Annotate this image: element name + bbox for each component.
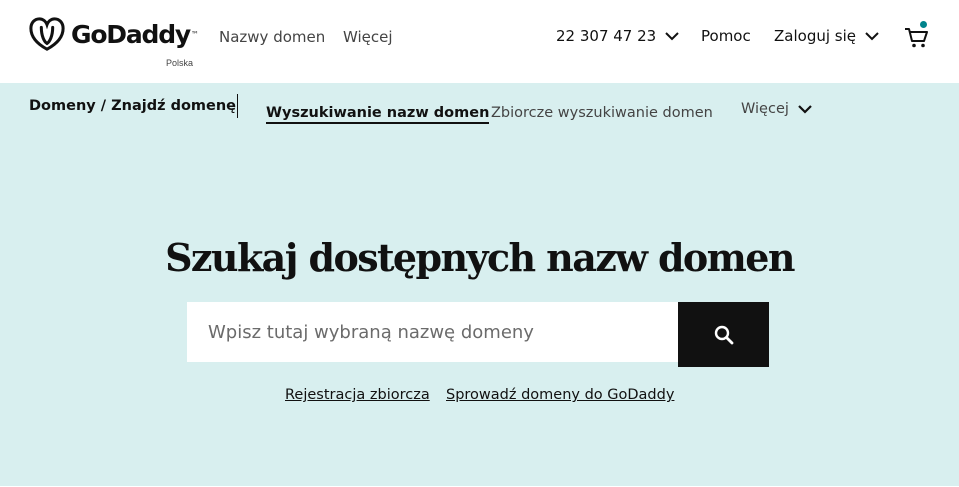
tab-bulk-domain-search[interactable]: Zbiorcze wyszukiwanie domen (491, 105, 713, 121)
search-icon (714, 325, 733, 344)
hero-section: Domeny / Znajdź domenę Wyszukiwanie nazw… (0, 83, 959, 486)
cart-notification-badge (920, 21, 927, 28)
page-title: Szukaj dostępnych nazw domen (165, 235, 795, 280)
search-button[interactable] (678, 302, 769, 367)
cart-button[interactable] (904, 21, 930, 50)
subnav-divider (237, 94, 238, 118)
region-label: Polska (166, 58, 194, 68)
godaddy-logo-icon (29, 17, 65, 51)
bulk-registration-link[interactable]: Rejestracja zbiorcza (285, 387, 430, 403)
godaddy-logo[interactable]: GoDaddy ™ (28, 16, 199, 52)
login-dropdown[interactable]: Zaloguj się (774, 27, 880, 45)
brand-name: GoDaddy (71, 19, 191, 49)
login-label: Zaloguj się (774, 27, 856, 45)
chevron-down-icon (798, 105, 812, 114)
transfer-domains-link[interactable]: Sprowadź domeny do GoDaddy (446, 387, 674, 403)
domain-search-form (187, 302, 769, 367)
top-header: GoDaddy ™ Polska Nazwy domen Więcej 22 30… (0, 0, 959, 83)
tab-domain-search[interactable]: Wyszukiwanie nazw domen (266, 105, 490, 124)
phone-dropdown[interactable]: 22 307 47 23 (556, 27, 680, 45)
trademark-mark: ™ (191, 29, 200, 39)
subnav-more-dropdown[interactable]: Więcej (741, 101, 813, 117)
nav-domain-names[interactable]: Nazwy domen (219, 28, 325, 46)
subnav-more-label: Więcej (741, 101, 789, 117)
nav-more[interactable]: Więcej (343, 28, 393, 46)
breadcrumb[interactable]: Domeny / Znajdź domenę (29, 98, 236, 114)
chevron-down-icon (665, 32, 679, 41)
help-link[interactable]: Pomoc (701, 27, 751, 45)
cart-icon (905, 28, 928, 48)
phone-number: 22 307 47 23 (556, 27, 657, 45)
chevron-down-icon (865, 32, 879, 41)
domain-search-input[interactable] (187, 302, 678, 362)
